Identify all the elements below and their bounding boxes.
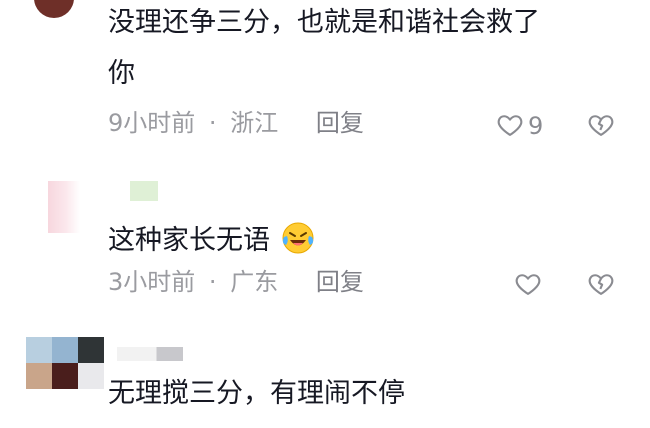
comment-text: 无理搅三分，有理闹不停: [108, 378, 405, 409]
meta-separator: ·: [208, 268, 217, 296]
comment-time: 3小时前: [108, 268, 196, 296]
avatar[interactable]: [48, 181, 80, 233]
broken-heart-icon[interactable]: [587, 111, 615, 139]
username-placeholder: [117, 347, 183, 361]
avatar-tile: [78, 337, 104, 363]
comment-meta: 3小时前 · 广东 回复: [108, 270, 364, 294]
reply-button[interactable]: 回复: [316, 109, 364, 137]
meta-separator: ·: [208, 109, 217, 137]
like-button[interactable]: 9: [496, 110, 556, 140]
avatar-tile: [26, 363, 52, 389]
avatar-tile: [52, 363, 78, 389]
comment-item: 没理还争三分，也就是和谐社会救了 你 9小时前 · 浙江 回复 9: [0, 0, 650, 150]
comment-text-line: 没理还争三分，也就是和谐社会救了: [108, 7, 540, 38]
comment-item: 这种家长无语 3小时前 · 广东 回复: [0, 150, 650, 310]
heart-outline-icon[interactable]: [514, 270, 542, 298]
avatar[interactable]: [26, 337, 104, 389]
comment-item: 无理搅三分，有理闹不停: [0, 310, 650, 428]
broken-heart-icon[interactable]: [587, 270, 615, 298]
username-placeholder: [130, 181, 158, 201]
avatar-tile: [52, 337, 78, 363]
comment-location: 广东: [230, 268, 279, 296]
comment-text-line: 你: [108, 58, 135, 89]
avatar-tile: [78, 363, 104, 389]
comment-meta: 9小时前 · 浙江 回复: [108, 111, 364, 135]
avatar-tile: [26, 337, 52, 363]
avatar[interactable]: [34, 0, 74, 18]
crying-laughing-emoji: [282, 222, 314, 254]
heart-outline-icon: [497, 115, 523, 136]
like-count: 9: [528, 112, 544, 140]
comment-location: 浙江: [230, 109, 279, 137]
comment-text: 这种家长无语: [108, 221, 315, 255]
reply-button[interactable]: 回复: [316, 268, 364, 296]
comment-text-content: 这种家长无语: [108, 225, 270, 256]
comment-time: 9小时前: [108, 109, 196, 137]
